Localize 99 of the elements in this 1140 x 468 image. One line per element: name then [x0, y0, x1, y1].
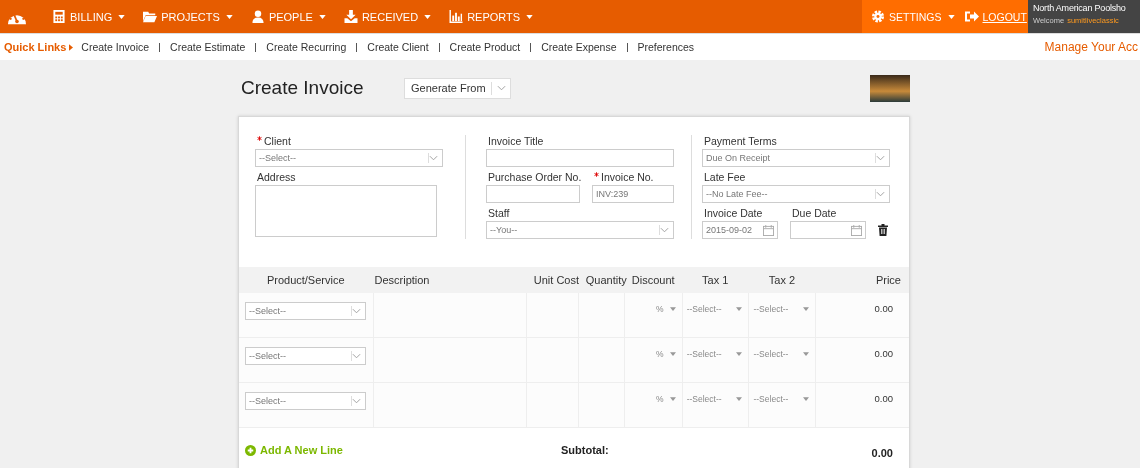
field-label: Invoice Date	[704, 207, 763, 219]
quick-links-title: Quick Links	[4, 41, 67, 53]
caret-icon	[803, 352, 810, 356]
product-select[interactable]: --Select--	[245, 347, 366, 365]
caret-icon	[669, 397, 676, 401]
chevron-down-icon	[876, 191, 885, 197]
column-header: Price	[874, 274, 902, 286]
discount-type-select[interactable]: %	[624, 338, 682, 359]
text-field[interactable]: INV:239	[592, 185, 674, 203]
settings-menu[interactable]: SETTINGS	[866, 10, 960, 23]
quick-link[interactable]: Create Invoice	[81, 41, 150, 53]
caret-icon	[947, 14, 955, 19]
add-line-link[interactable]: Add A New Line	[245, 444, 561, 456]
date-field[interactable]: 2015-09-02	[702, 221, 778, 239]
caret-icon	[736, 352, 743, 356]
product-select[interactable]: --Select--	[245, 392, 366, 410]
tax-select[interactable]: --Select--	[749, 293, 816, 314]
tax-select[interactable]: --Select--	[749, 383, 816, 404]
calendar-icon[interactable]	[762, 224, 774, 236]
discount-type-select[interactable]: %	[624, 383, 682, 404]
field-label: Late Fee	[704, 171, 746, 183]
date-field[interactable]	[789, 221, 866, 239]
manage-account-link[interactable]: Manage Your Acc	[1044, 40, 1138, 54]
quick-link[interactable]: Create Product	[449, 41, 521, 53]
subtotal-label: Subtotal:	[561, 444, 609, 456]
text-field[interactable]	[486, 185, 580, 203]
tax-select[interactable]: --Select--	[749, 338, 816, 359]
nav-menu[interactable]: PROJECTS	[135, 10, 241, 23]
company-name: North American Poolsho	[1033, 3, 1127, 13]
quick-link[interactable]: Create Expense	[541, 41, 617, 53]
chevron-down-icon	[429, 155, 438, 161]
calculator-icon	[52, 10, 66, 23]
chevron-down-icon	[496, 85, 506, 91]
caret-icon	[424, 14, 432, 19]
column-header: Unit Cost	[532, 274, 578, 286]
caret-icon	[225, 14, 233, 19]
caret-icon	[118, 14, 126, 19]
select-field[interactable]: --You--	[486, 221, 674, 239]
generate-from-dropdown[interactable]: Generate From	[404, 77, 511, 99]
quick-link[interactable]: Create Recurring	[266, 41, 347, 53]
discount-type-select[interactable]: %	[624, 293, 682, 314]
field-label: Staff	[488, 207, 510, 219]
download-icon	[343, 10, 358, 23]
text-field[interactable]	[486, 149, 674, 167]
logout-icon	[964, 10, 979, 23]
chevron-down-icon	[352, 398, 361, 404]
field-label: Address	[257, 171, 296, 183]
caret-icon	[803, 307, 810, 311]
select-field[interactable]: --No Late Fee--	[702, 185, 890, 203]
caret-icon	[736, 397, 743, 401]
column-header: Tax 2	[767, 274, 797, 286]
caret-icon	[669, 307, 676, 311]
tax-select[interactable]: --Select--	[682, 293, 749, 314]
quick-link[interactable]: Create Client	[367, 41, 429, 53]
tax-select[interactable]: --Select--	[682, 338, 749, 359]
field-label: Due Date	[791, 207, 837, 219]
logout-link[interactable]: LOGOUT	[959, 10, 1032, 23]
chevron-down-icon	[352, 353, 361, 359]
bar-chart-icon	[449, 10, 464, 23]
price-value: 0.00	[874, 348, 893, 359]
price-value: 0.00	[874, 393, 893, 404]
column-header: Description	[373, 274, 431, 286]
photo-placeholder	[870, 74, 910, 102]
page-title: Create Invoice	[240, 77, 365, 99]
chevron-down-icon	[352, 308, 361, 314]
nav-menu[interactable]: BILLING	[44, 10, 134, 23]
quick-link[interactable]: Create Estimate	[170, 41, 246, 53]
field-label: Client	[264, 135, 291, 147]
plus-circle-icon	[245, 444, 256, 456]
caret-icon	[736, 307, 743, 311]
nav-menu[interactable]: REPORTS	[441, 10, 542, 23]
subtotal-value: 0.00	[871, 446, 893, 459]
field-label: Invoice No.	[601, 171, 654, 183]
column-header: Tax 1	[701, 274, 730, 286]
nav-menu[interactable]: RECEIVED	[335, 10, 440, 23]
calendar-icon[interactable]	[850, 224, 862, 236]
caret-icon	[803, 397, 810, 401]
nav-menu[interactable]: PEOPLE	[242, 10, 334, 23]
quick-link[interactable]: Preferences	[637, 41, 695, 53]
folder-icon	[143, 10, 158, 23]
field-label: Purchase Order No.	[488, 171, 582, 183]
person-icon	[250, 10, 265, 23]
caret-icon	[69, 43, 74, 51]
caret-icon	[669, 352, 676, 356]
caret-icon	[318, 14, 326, 19]
select-field[interactable]: Due On Receipt	[702, 149, 890, 167]
tax-select[interactable]: --Select--	[682, 383, 749, 404]
field-label: Invoice Title	[488, 135, 544, 147]
chevron-down-icon	[876, 155, 885, 161]
select-field[interactable]: --Select--	[255, 149, 443, 167]
address-textarea[interactable]	[255, 185, 437, 237]
settings-icon	[871, 10, 885, 23]
chevron-down-icon	[660, 227, 669, 233]
product-select[interactable]: --Select--	[245, 302, 366, 320]
price-value: 0.00	[874, 303, 893, 314]
column-header: Product/Service	[265, 274, 346, 286]
field-label: Payment Terms	[704, 135, 777, 147]
trash-icon[interactable]	[877, 224, 888, 236]
caret-icon	[526, 14, 534, 19]
